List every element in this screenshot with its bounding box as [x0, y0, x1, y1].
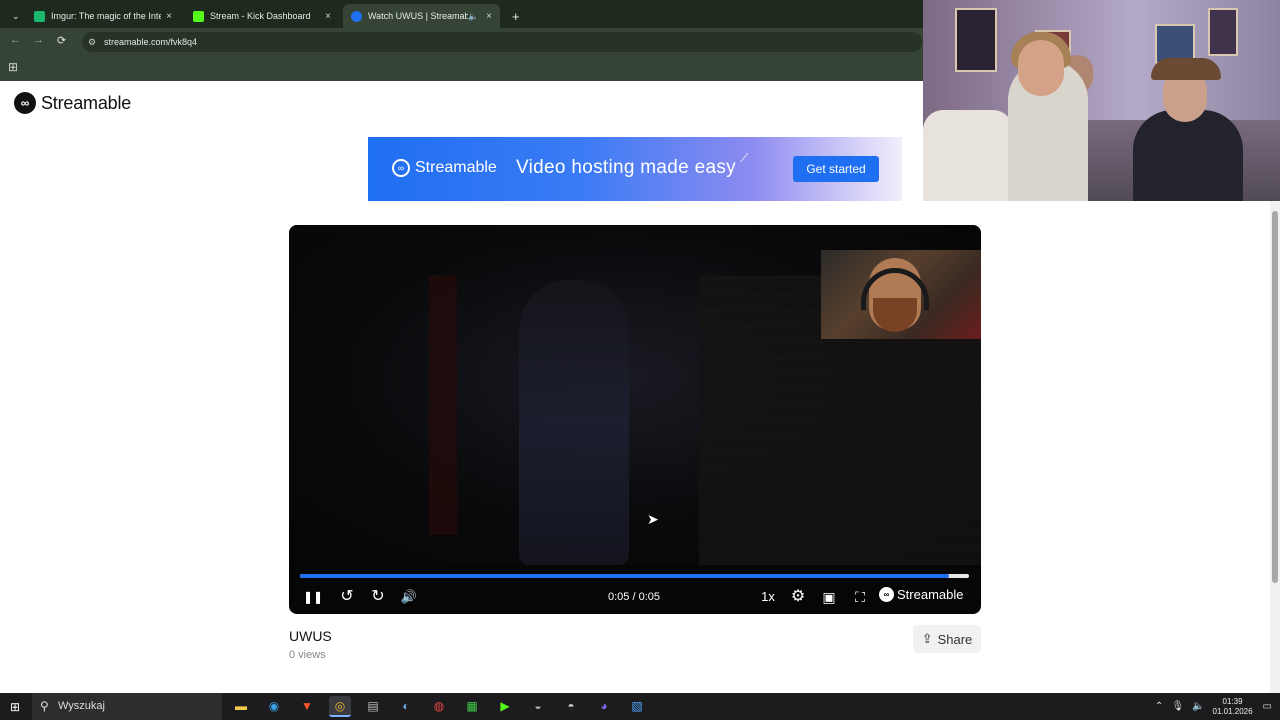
- clock[interactable]: 01:39 01.01.2026: [1213, 697, 1253, 717]
- page-scrollbar[interactable]: [1270, 201, 1280, 693]
- speaker-icon[interactable]: 🔈: [1192, 701, 1204, 712]
- forward-button[interactable]: →: [33, 34, 44, 46]
- player-brand-link[interactable]: ∞ Streamable: [879, 587, 963, 602]
- taskbar-search[interactable]: ⚲ Wyszukaj: [32, 693, 222, 720]
- close-tab-icon[interactable]: ×: [486, 11, 492, 22]
- tab-title: Stream - Kick Dashboard: [210, 11, 311, 21]
- webcam-overlay: [923, 0, 1280, 201]
- steam-icon[interactable]: ◐: [395, 696, 417, 717]
- microphone-icon[interactable]: 🎙: [1171, 701, 1184, 712]
- streamable-logo-icon: ∞: [392, 159, 410, 177]
- new-tab-button[interactable]: +: [504, 4, 528, 28]
- player-brand-name: Streamable: [897, 587, 964, 602]
- video-person: [519, 280, 629, 565]
- view-count: 0 views: [289, 649, 326, 661]
- share-button[interactable]: ⇪ Share: [913, 625, 981, 653]
- app-icon[interactable]: ▦: [461, 696, 483, 717]
- streamable-favicon-icon: [351, 10, 362, 22]
- tab-imgur[interactable]: Imgur: The magic of the Internet ×: [26, 4, 180, 28]
- app-icon[interactable]: ▤: [362, 696, 384, 717]
- kick-icon[interactable]: ▶: [494, 696, 516, 717]
- settings-button[interactable]: ⚙: [788, 587, 808, 607]
- address-bar[interactable]: ⚙ streamable.com/fvk8q4: [82, 32, 922, 52]
- site-settings-icon[interactable]: ⚙: [88, 32, 96, 52]
- video-frame[interactable]: [289, 225, 981, 565]
- banner-tagline: Video hosting made easy: [516, 157, 736, 178]
- brand-name: Streamable: [41, 92, 132, 113]
- time-display: 0:05 / 0:05: [608, 591, 660, 603]
- reload-button[interactable]: ⟳: [57, 34, 66, 47]
- mouse-cursor-icon: ➤: [647, 511, 659, 527]
- chrome-icon[interactable]: ◎: [329, 696, 351, 717]
- tab-title: Watch UWUS | Streamable: [368, 11, 468, 21]
- wall-poster: [955, 8, 997, 72]
- back-button[interactable]: ←: [10, 34, 21, 46]
- tab-title: Imgur: The magic of the Internet: [51, 11, 161, 21]
- banner-logo: ∞ Streamable: [392, 159, 497, 177]
- app-icon[interactable]: ◍: [428, 696, 450, 717]
- webcam-chair: [923, 110, 1013, 201]
- video-title: UWUS: [289, 628, 332, 644]
- notifications-icon[interactable]: ▭: [1263, 701, 1272, 712]
- webcam-cowboy-hat: [1151, 58, 1221, 80]
- video-player[interactable]: ❚❚ ↺ ↻ 🔊 0:05 / 0:05 1x ⚙ ▣ ⛶ ∞ Streamab…: [289, 225, 981, 614]
- wall-poster: [1208, 8, 1238, 56]
- webcam-person-right: [1133, 110, 1243, 201]
- streamable-logo-icon: ∞: [14, 92, 36, 114]
- streamable-logo-icon: ∞: [879, 587, 894, 602]
- promo-banner[interactable]: ∞ Streamable Video hosting made easy ⟋ G…: [368, 137, 902, 201]
- edge-icon[interactable]: ◉: [263, 696, 285, 717]
- brave-icon[interactable]: ▼: [296, 696, 318, 717]
- app-icon[interactable]: ◓: [560, 696, 582, 717]
- picture-in-picture-button[interactable]: ▣: [819, 587, 839, 607]
- video-red-light: [429, 275, 457, 535]
- chevron-up-icon[interactable]: ⌃: [1155, 701, 1163, 712]
- apps-icon[interactable]: ⊞: [8, 60, 18, 74]
- pause-button[interactable]: ❚❚: [303, 587, 323, 607]
- streamable-logo[interactable]: ∞ Streamable: [14, 92, 131, 114]
- taskbar: ⊞ ⚲ Wyszukaj ▬ ◉ ▼ ◎ ▤ ◐ ◍ ▦ ▶ ◒ ◓ ◕ ▧ ⌃…: [0, 693, 1280, 720]
- webcam-person-left-face: [1018, 40, 1064, 96]
- app-icon[interactable]: ◒: [527, 696, 549, 717]
- chevron-down-icon: ⌄: [12, 10, 20, 21]
- audio-playing-icon[interactable]: 🔈: [468, 12, 478, 21]
- system-tray: ⌃ 🎙 🔈 01:39 01.01.2026 ▭: [1155, 693, 1272, 720]
- file-explorer-icon[interactable]: ▬: [230, 696, 252, 717]
- plus-icon: +: [512, 8, 520, 24]
- share-icon: ⇪: [921, 631, 933, 646]
- discord-icon[interactable]: ◕: [593, 696, 615, 717]
- clock-time: 01:39: [1222, 696, 1243, 706]
- sparkle-icon: ⟋: [740, 151, 749, 165]
- tab-kick[interactable]: Stream - Kick Dashboard ×: [185, 4, 339, 28]
- tab-streamable[interactable]: Watch UWUS | Streamable 🔈 ×: [343, 4, 500, 28]
- forward-10-button[interactable]: ↻: [368, 587, 388, 607]
- progress-bar[interactable]: [300, 574, 969, 578]
- app-icon[interactable]: ▧: [626, 696, 648, 717]
- clock-date: 01.01.2026: [1212, 706, 1253, 716]
- close-tab-icon[interactable]: ×: [325, 11, 331, 22]
- windows-start-icon[interactable]: ⊞: [10, 700, 20, 714]
- tab-list-button[interactable]: ⌄: [4, 4, 28, 28]
- close-tab-icon[interactable]: ×: [166, 11, 172, 22]
- url-text: streamable.com/fvk8q4: [104, 37, 198, 47]
- playback-speed-button[interactable]: 1x: [759, 587, 777, 607]
- fullscreen-button[interactable]: ⛶: [850, 587, 870, 607]
- facecam-overlay: [821, 250, 981, 339]
- search-placeholder: Wyszukaj: [58, 700, 105, 712]
- rewind-10-button[interactable]: ↺: [337, 587, 357, 607]
- volume-button[interactable]: 🔊: [399, 587, 419, 607]
- progress-fill: [300, 574, 949, 578]
- share-label: Share: [937, 631, 973, 647]
- kick-favicon-icon: [193, 10, 204, 22]
- get-started-button[interactable]: Get started: [793, 156, 879, 182]
- imgur-favicon-icon: [34, 10, 45, 22]
- search-icon: ⚲: [40, 699, 49, 713]
- scrollbar-thumb[interactable]: [1272, 211, 1278, 583]
- banner-brand: Streamable: [415, 159, 497, 176]
